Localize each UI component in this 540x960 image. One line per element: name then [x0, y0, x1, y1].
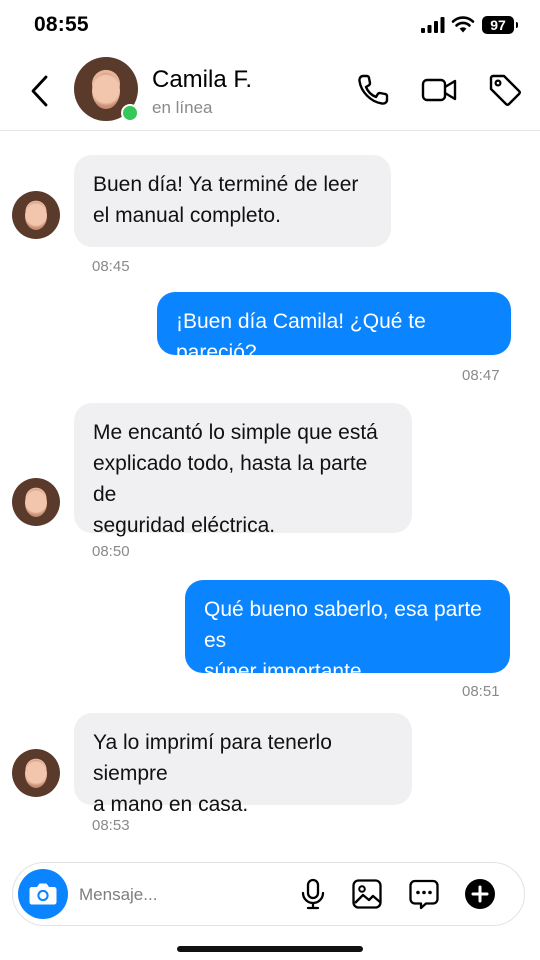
tag-icon[interactable]: [487, 72, 523, 108]
camera-button[interactable]: [18, 869, 68, 919]
message-timestamp: 08:45: [92, 258, 130, 275]
message-line: ¡Buen día Camila! ¿Qué te pareció?: [176, 310, 426, 364]
camera-icon: [29, 883, 57, 905]
message-line: Qué bueno saberlo, esa parte es: [204, 598, 482, 652]
message-composer: [12, 862, 525, 926]
message-timestamp: 08:50: [92, 543, 130, 560]
wifi-icon: [451, 16, 475, 33]
contact-name[interactable]: Camila F.: [152, 66, 252, 94]
message-timestamp: 08:51: [462, 683, 500, 700]
incoming-message-bubble[interactable]: Buen día! Ya terminé de leer el manual c…: [74, 155, 391, 247]
contact-status: en línea: [152, 98, 213, 117]
message-line: el manual completo.: [93, 204, 281, 227]
incoming-message-bubble[interactable]: Ya lo imprimí para tenerlo siempre a man…: [74, 713, 412, 816]
message-timestamp: 08:47: [462, 367, 500, 384]
video-call-icon[interactable]: [421, 72, 457, 108]
message-line: Buen día! Ya terminé de leer: [93, 173, 359, 196]
message-line: explicado todo, hasta la parte de: [93, 452, 368, 506]
microphone-icon[interactable]: [297, 878, 329, 910]
incoming-message-bubble[interactable]: Me encantó lo simple que está explicado …: [74, 403, 412, 537]
message-line: Me encantó lo simple que está: [93, 421, 378, 444]
chat-header: Camila F. en línea: [0, 52, 540, 131]
message-line: súper importante.: [204, 660, 368, 683]
message-line: Ya lo imprimí para tenerlo siempre: [93, 731, 332, 785]
outgoing-message-bubble[interactable]: Qué bueno saberlo, esa parte es súper im…: [185, 580, 510, 683]
outgoing-message-bubble[interactable]: ¡Buen día Camila! ¿Qué te pareció?: [157, 292, 511, 364]
sender-avatar[interactable]: [12, 478, 60, 526]
gallery-image-icon[interactable]: [351, 878, 383, 910]
message-line: a mano en casa.: [93, 793, 249, 816]
sticker-chat-icon[interactable]: [408, 878, 440, 910]
sender-avatar[interactable]: [12, 749, 60, 797]
online-status-dot: [121, 104, 139, 122]
phone-call-icon[interactable]: [355, 72, 391, 108]
cellular-signal-icon: [421, 17, 445, 33]
sender-avatar[interactable]: [12, 191, 60, 239]
message-input[interactable]: [77, 877, 281, 913]
message-timestamp: 08:53: [92, 817, 130, 834]
message-line: seguridad eléctrica.: [93, 514, 276, 537]
battery-indicator: 97: [482, 16, 518, 34]
back-chevron-icon[interactable]: [26, 74, 54, 108]
status-bar: 08:55 97: [0, 0, 540, 52]
status-time: 08:55: [34, 13, 89, 36]
add-plus-icon[interactable]: [464, 878, 496, 910]
home-indicator[interactable]: [177, 946, 363, 952]
